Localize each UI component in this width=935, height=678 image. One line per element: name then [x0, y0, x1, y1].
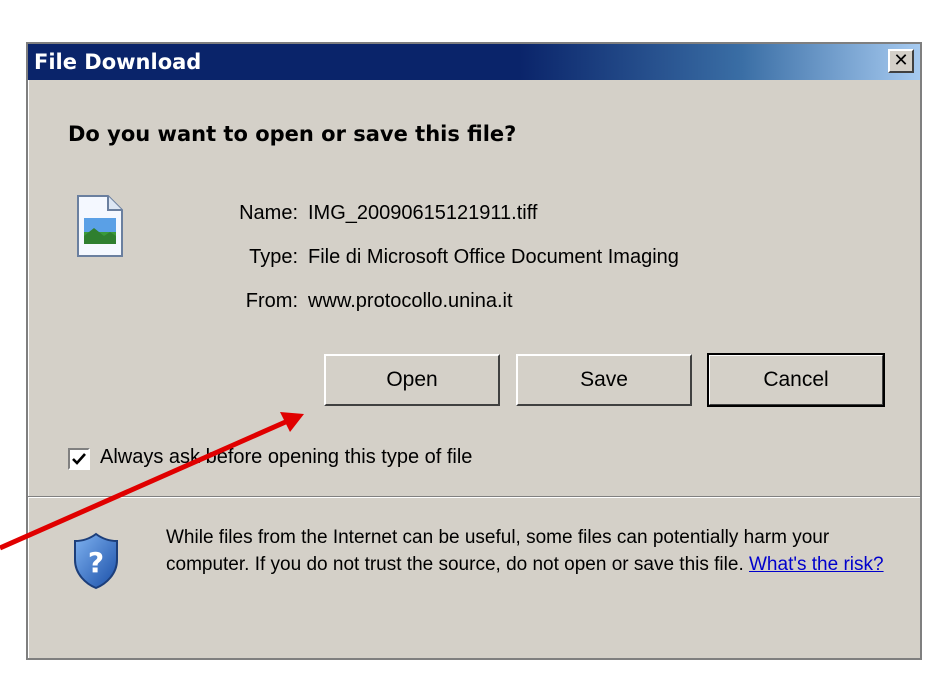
separator: [28, 496, 920, 498]
type-label: Type:: [249, 246, 298, 268]
type-value: File di Microsoft Office Document Imagin…: [308, 246, 679, 268]
always-ask-checkbox[interactable]: [68, 448, 90, 470]
file-from-row: From: www.protocollo.unina.it: [28, 290, 924, 318]
dialog-title: File Download: [34, 50, 202, 74]
from-label: From:: [245, 290, 298, 312]
dialog-question: Do you want to open or save this file?: [68, 122, 517, 146]
save-button[interactable]: Save: [516, 354, 692, 406]
cancel-button[interactable]: Cancel: [707, 353, 885, 407]
title-bar[interactable]: File Download ✕: [28, 44, 920, 80]
close-icon: ✕: [893, 50, 909, 71]
file-download-dialog: File Download ✕ Do you want to open or s…: [26, 42, 922, 660]
close-button[interactable]: ✕: [888, 49, 914, 73]
warning-text: While files from the Internet can be use…: [166, 527, 830, 575]
shield-question-icon: ?: [74, 532, 118, 590]
svg-text:?: ?: [88, 546, 104, 579]
open-button[interactable]: Open: [324, 354, 500, 406]
whats-the-risk-link[interactable]: What's the risk?: [749, 554, 884, 575]
always-ask-label[interactable]: Always ask before opening this type of f…: [100, 446, 472, 469]
name-value: IMG_20090615121911.tiff: [308, 202, 538, 224]
from-value: www.protocollo.unina.it: [308, 290, 513, 312]
name-label: Name:: [239, 202, 298, 224]
checkmark-icon: [72, 453, 86, 465]
file-name-row: Name: IMG_20090615121911.tiff: [28, 202, 924, 230]
file-type-row: Type: File di Microsoft Office Document …: [28, 246, 924, 274]
security-warning: While files from the Internet can be use…: [166, 524, 906, 578]
